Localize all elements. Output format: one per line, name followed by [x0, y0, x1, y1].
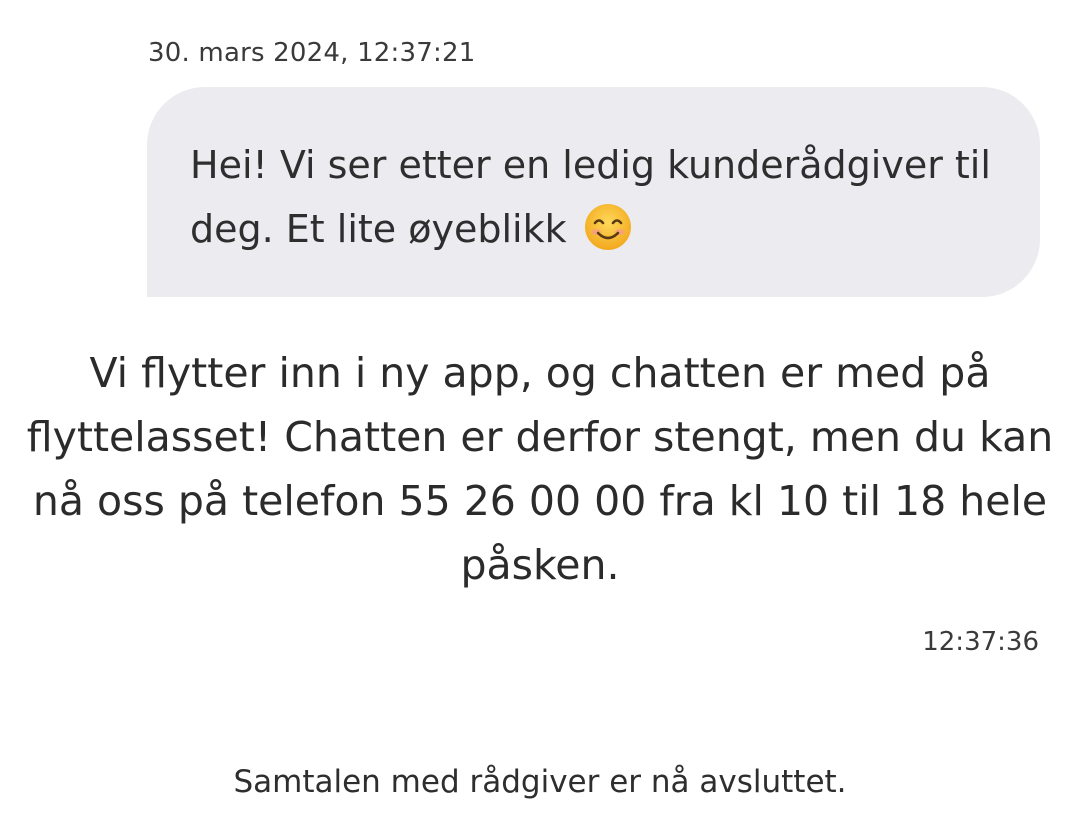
smiling-face-emoji-icon — [583, 202, 633, 252]
chat-closed-message: Vi flytter inn i ny app, og chatten er m… — [26, 349, 1054, 589]
message-timestamp: 12:37:36 — [922, 627, 1039, 657]
message-timestamp: 30. mars 2024, 12:37:21 — [148, 38, 476, 68]
agent-message: Hei! Vi ser etter en ledig kunderådgiver… — [190, 133, 1020, 261]
conversation-ended-note: Samtalen med rådgiver er nå avsluttet. — [233, 764, 847, 800]
